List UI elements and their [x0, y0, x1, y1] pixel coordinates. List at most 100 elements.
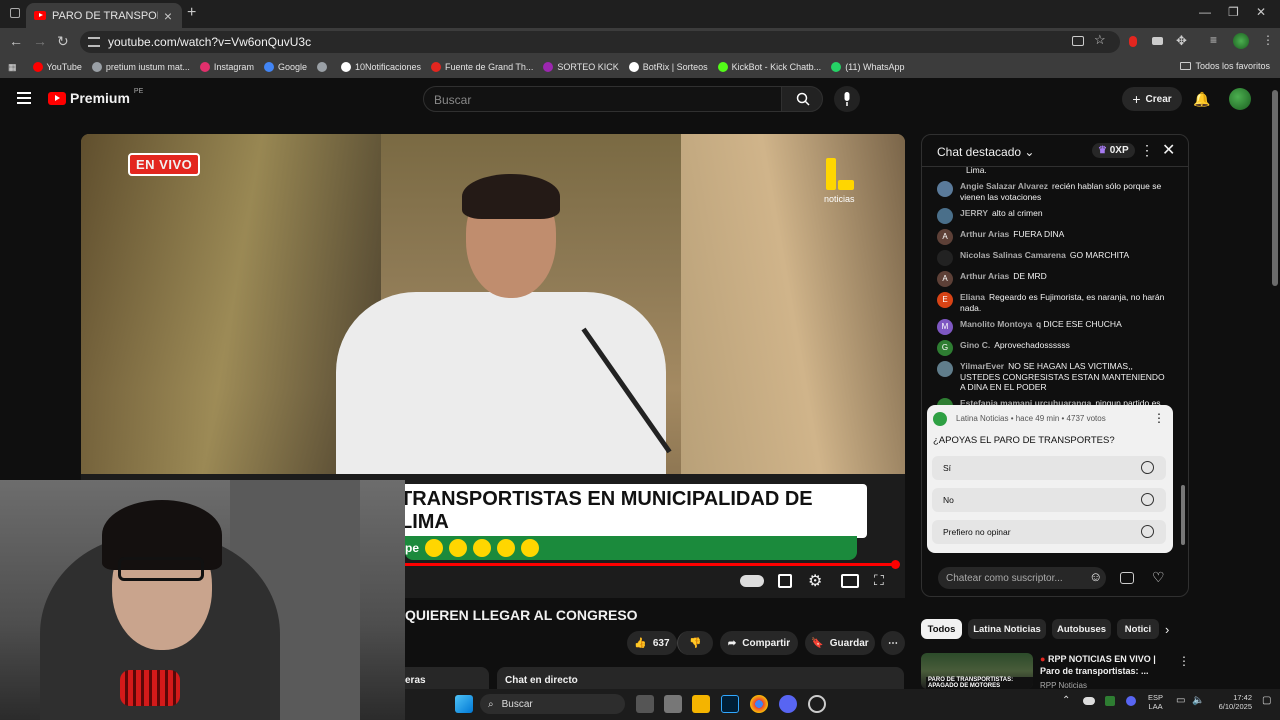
- onedrive-icon[interactable]: [1083, 697, 1095, 705]
- close-tab-icon[interactable]: ×: [164, 8, 172, 24]
- related-video-thumbnail[interactable]: PARO DE TRANSPORTISTAS: APAGADO DE MOTOR…: [921, 653, 1033, 689]
- related-more-icon[interactable]: ⋮: [1178, 654, 1190, 668]
- menu-icon[interactable]: [17, 92, 31, 104]
- all-bookmarks-folder[interactable]: Todos los favoritos: [1180, 61, 1270, 71]
- chat-message: E Eliana Regeardo es Fujimorista, es naran…: [937, 292, 1167, 313]
- description-tab[interactable]: eras: [405, 667, 489, 689]
- xp-badge[interactable]: ♛ 0XP: [1092, 143, 1135, 158]
- notification-center-icon[interactable]: ▢: [1262, 695, 1271, 706]
- account-avatar[interactable]: [1229, 88, 1251, 110]
- bookmark-item[interactable]: [316, 62, 331, 72]
- live-chat-tab[interactable]: Chat en directo: [497, 667, 904, 689]
- live-chat-panel: Chat destacado ⌄ ♛ 0XP ⋮ ✕ Lima. Angie S…: [921, 134, 1189, 597]
- poll-option[interactable]: No: [932, 488, 1166, 512]
- bookmark-item[interactable]: 10Notificaciones: [340, 62, 421, 72]
- bookmark-label: Instagram: [213, 62, 254, 72]
- notifications-bell-icon[interactable]: 🔔: [1193, 91, 1210, 108]
- autoplay-toggle[interactable]: [740, 575, 764, 587]
- windows-start-icon[interactable]: [455, 695, 473, 713]
- taskbar-clock[interactable]: 17:42 6/10/2025: [1208, 693, 1252, 711]
- close-window-icon[interactable]: ✕: [1256, 5, 1266, 19]
- youtube-logo[interactable]: Premium PE: [48, 88, 143, 106]
- chip-todos[interactable]: Todos: [921, 619, 962, 639]
- fullscreen-icon[interactable]: ⛶: [874, 572, 884, 589]
- address-bar[interactable]: youtube.com/watch?v=Vw6onQuvU3c: [80, 31, 1120, 53]
- bookmark-item[interactable]: KickBot - Kick Chatb...: [717, 62, 821, 72]
- poll-more-icon[interactable]: ⋮: [1153, 411, 1165, 425]
- chip-autobuses[interactable]: Autobuses: [1052, 619, 1111, 639]
- bookmark-item[interactable]: (11) WhatsApp: [831, 62, 905, 72]
- forward-icon[interactable]: →: [33, 33, 47, 49]
- chrome-menu-icon[interactable]: ⋮: [1262, 33, 1274, 47]
- chrome-icon[interactable]: [750, 695, 768, 713]
- minimize-icon[interactable]: —: [1199, 5, 1211, 19]
- tray-app-icon[interactable]: [1105, 696, 1115, 706]
- file-explorer-icon[interactable]: [692, 695, 710, 713]
- bookmark-item[interactable]: Fuente de Grand Th...: [431, 62, 533, 72]
- task-view-icon[interactable]: [636, 695, 654, 713]
- extension-record-icon[interactable]: [1129, 36, 1137, 47]
- chat-close-icon[interactable]: ✕: [1162, 140, 1175, 160]
- chat-mode-dropdown[interactable]: Chat destacado ⌄: [937, 145, 1034, 159]
- volume-icon[interactable]: 🔈: [1192, 695, 1204, 706]
- chat-input[interactable]: Chatear como suscriptor...: [938, 567, 1106, 589]
- like-button[interactable]: 👍 637: [627, 631, 677, 655]
- emoji-icon[interactable]: ☺: [1089, 569, 1105, 585]
- discord-tray-icon[interactable]: [1126, 696, 1136, 706]
- bookmark-item[interactable]: Instagram: [199, 62, 254, 72]
- new-tab-button[interactable]: +: [187, 4, 196, 22]
- poll-card: Latina Noticias • hace 49 min • 4737 vot…: [927, 405, 1173, 553]
- back-icon[interactable]: ←: [9, 33, 23, 49]
- reload-icon[interactable]: ↻: [57, 33, 69, 50]
- input-language[interactable]: ESP LAA: [1148, 693, 1163, 711]
- install-app-icon[interactable]: [1072, 36, 1084, 46]
- app-icon[interactable]: [664, 695, 682, 713]
- app-icon[interactable]: [808, 695, 826, 713]
- chip-latina-noticias[interactable]: Latina Noticias: [968, 619, 1046, 639]
- chat-more-icon[interactable]: ⋮: [1140, 142, 1154, 159]
- reading-list-icon[interactable]: ≡: [1210, 33, 1217, 47]
- heart-icon[interactable]: ♡: [1152, 569, 1168, 585]
- poll-option[interactable]: Prefiero no opinar: [932, 520, 1166, 544]
- create-button[interactable]: + Crear: [1122, 87, 1182, 111]
- apps-grid-icon[interactable]: ▦: [8, 62, 17, 73]
- voice-search-button[interactable]: [834, 86, 860, 112]
- extensions-puzzle-icon[interactable]: ✥: [1176, 33, 1187, 49]
- bookmark-item[interactable]: Google: [263, 62, 307, 72]
- tray-chevron-icon[interactable]: ⌃: [1062, 695, 1070, 706]
- chat-scrollbar[interactable]: [1181, 485, 1185, 545]
- bookmark-label: BotRix | Sorteos: [642, 62, 708, 72]
- chevron-right-icon[interactable]: ›: [1165, 622, 1169, 637]
- youtube-favicon-icon: [34, 11, 46, 20]
- save-button[interactable]: 🔖 Guardar: [805, 631, 875, 655]
- super-chat-icon[interactable]: [1120, 572, 1134, 584]
- share-button[interactable]: ➦ Compartir: [720, 631, 798, 655]
- dislike-button[interactable]: 👎: [677, 631, 713, 655]
- photoshop-icon[interactable]: [721, 695, 739, 713]
- more-actions-button[interactable]: ⋯: [881, 631, 905, 655]
- related-video-title[interactable]: ● RPP NOTICIAS EN VIVO | Paro de transpo…: [1040, 653, 1165, 677]
- bookmark-item[interactable]: YouTube: [32, 62, 82, 72]
- search-input[interactable]: Buscar: [423, 86, 782, 112]
- tab-search-icon[interactable]: [10, 8, 20, 18]
- poll-option[interactable]: Sí: [932, 456, 1166, 480]
- bookmark-item[interactable]: SORTEO KICK: [543, 62, 619, 72]
- site-info-icon[interactable]: [88, 37, 100, 47]
- profile-avatar[interactable]: [1233, 33, 1249, 49]
- browser-tab[interactable]: PARO DE TRANSPORTE EN LIMA ×: [26, 3, 182, 28]
- search-button[interactable]: [781, 86, 823, 112]
- news-headline-banner: TRANSPORTISTAS EN MUNICIPALIDAD DE LIMA: [380, 484, 867, 538]
- theater-mode-icon[interactable]: [841, 574, 859, 588]
- chip-noticias[interactable]: Notici: [1117, 619, 1159, 639]
- bookmark-star-icon[interactable]: ☆: [1094, 32, 1106, 48]
- bookmark-item[interactable]: pretium iustum mat...: [91, 62, 190, 72]
- settings-gear-icon[interactable]: ⚙: [808, 571, 822, 591]
- subtitles-icon[interactable]: [778, 574, 792, 588]
- extension-icon[interactable]: [1152, 37, 1163, 45]
- network-icon[interactable]: ▭: [1176, 695, 1185, 706]
- discord-icon[interactable]: [779, 695, 797, 713]
- maximize-icon[interactable]: ❐: [1228, 5, 1239, 19]
- page-scrollbar[interactable]: [1272, 90, 1278, 286]
- taskbar-search[interactable]: ⌕ Buscar: [480, 694, 625, 714]
- bookmark-item[interactable]: BotRix | Sorteos: [628, 62, 708, 72]
